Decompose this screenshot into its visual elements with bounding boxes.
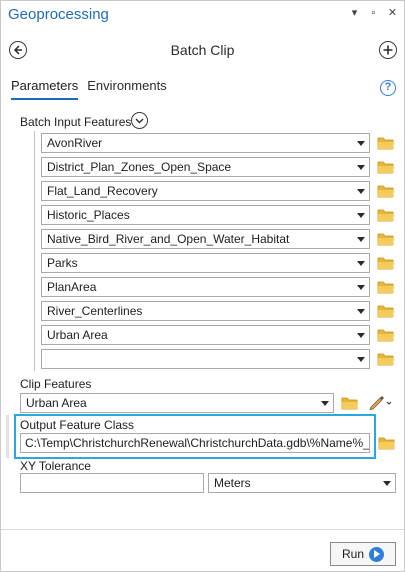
xy-tolerance-label: XY Tolerance [20,459,91,473]
geoprocessing-pane: Geoprocessing ▾ ▫ ✕ Batch Clip Parameter… [0,0,405,572]
run-play-icon [369,546,384,562]
batch-input-value: River_Centerlines [47,304,143,318]
batch-input-label: Batch Input Features [20,115,132,129]
clip-features-value: Urban Area [26,396,87,410]
folder-icon[interactable] [341,396,359,410]
batch-input-value: District_Plan_Zones_Open_Space [47,160,232,174]
output-feature-class-label: Output Feature Class [20,418,135,432]
batch-input-value: Historic_Places [47,208,130,222]
collapse-chevron-icon[interactable] [131,112,148,129]
folder-icon[interactable] [377,136,395,150]
output-feature-class-input[interactable]: C:\Temp\ChristchurchRenewal\Christchurch… [20,433,370,453]
tool-title: Batch Clip [170,42,235,58]
clip-features-label: Clip Features [20,377,92,391]
xy-tolerance-unit-value: Meters [214,476,251,490]
chevron-down-icon [357,261,365,266]
pane-menu-icon[interactable]: ▾ [349,7,360,20]
folder-icon[interactable] [377,208,395,222]
add-circle-icon[interactable] [379,41,397,59]
folder-icon[interactable] [377,328,395,342]
batch-input-value: Urban Area [47,328,108,342]
pane-controls: ▾ ▫ ✕ [349,7,398,20]
batch-input-dropdown[interactable]: Historic_Places [41,205,370,225]
folder-icon[interactable] [377,232,395,246]
footer-divider [1,529,404,530]
batch-input-dropdown[interactable] [41,349,370,369]
pane-titlebar: Geoprocessing ▾ ▫ ✕ [1,1,404,31]
tab-strip: Parameters Environments [11,78,167,100]
clip-features-dropdown[interactable]: Urban Area [20,393,334,413]
xy-tolerance-unit-dropdown[interactable]: Meters [208,473,396,493]
pane-autohide-icon[interactable]: ▫ [368,7,379,20]
chevron-down-icon [357,333,365,338]
folder-icon[interactable] [377,352,395,366]
help-icon[interactable]: ? [380,80,396,96]
batch-input-dropdown[interactable]: River_Centerlines [41,301,370,321]
batch-input-dropdown[interactable]: Native_Bird_River_and_Open_Water_Habitat [41,229,370,249]
chevron-down-icon [383,481,391,486]
chevron-down-icon [357,165,365,170]
batch-input-dropdown[interactable]: District_Plan_Zones_Open_Space [41,157,370,177]
run-button[interactable]: Run [330,542,396,566]
batch-input-value: Flat_Land_Recovery [47,184,158,198]
chevron-down-icon [357,189,365,194]
batch-input-dropdown[interactable]: PlanArea [41,277,370,297]
chevron-down-icon [357,237,365,242]
tab-environments[interactable]: Environments [87,78,166,100]
batch-input-value: Parks [47,256,78,270]
folder-icon[interactable] [377,280,395,294]
run-button-label: Run [341,547,364,561]
chevron-down-icon [357,309,365,314]
xy-tolerance-input[interactable] [20,473,204,493]
output-feature-class-value: C:\Temp\ChristchurchRenewal\Christchurch… [25,436,370,450]
batch-input-value: Native_Bird_River_and_Open_Water_Habitat [47,232,290,246]
batch-input-dropdown[interactable]: Flat_Land_Recovery [41,181,370,201]
folder-icon[interactable] [377,184,395,198]
chevron-down-icon [321,401,329,406]
batch-input-value: AvonRiver [47,136,103,150]
chevron-down-icon [357,285,365,290]
active-parameter-marker [6,415,9,458]
folder-icon[interactable] [377,256,395,270]
tab-parameters[interactable]: Parameters [11,78,79,100]
chevron-down-icon [357,141,365,146]
batch-input-dropdown[interactable]: Parks [41,253,370,273]
chevron-down-icon [357,213,365,218]
pane-title: Geoprocessing [8,6,109,23]
batch-input-dropdown[interactable]: Urban Area [41,325,370,345]
pencil-icon[interactable] [368,394,392,410]
folder-icon[interactable] [377,160,395,174]
folder-icon[interactable] [377,304,395,318]
folder-icon[interactable] [378,436,396,450]
pane-close-icon[interactable]: ✕ [387,7,398,20]
batch-input-dropdown[interactable]: AvonRiver [41,133,370,153]
chevron-down-icon [357,357,365,362]
batch-input-value: PlanArea [47,280,97,294]
tool-header: Batch Clip [1,37,404,65]
